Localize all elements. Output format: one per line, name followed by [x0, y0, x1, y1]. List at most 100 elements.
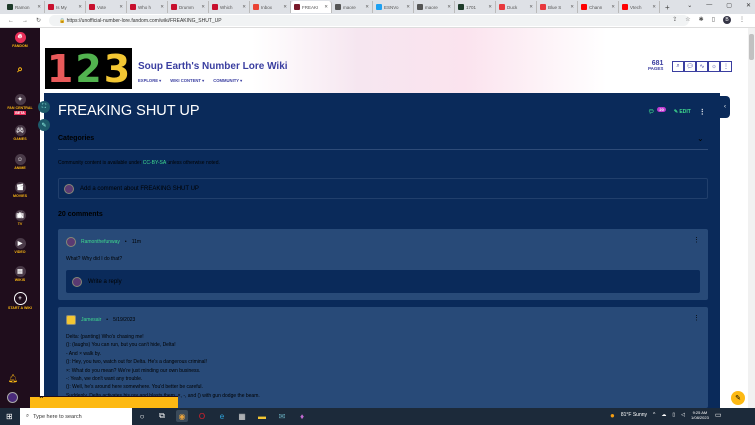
- comment-menu-icon[interactable]: ⋮: [693, 314, 700, 322]
- close-tab-icon[interactable]: ✕: [37, 4, 41, 10]
- close-tab-icon[interactable]: ✕: [611, 4, 615, 10]
- nav-community[interactable]: COMMUNITY ▾: [213, 78, 242, 83]
- edge-icon[interactable]: e: [216, 410, 228, 422]
- windows-start-icon[interactable]: ⊞: [6, 412, 13, 421]
- close-tab-icon[interactable]: ✕: [283, 4, 287, 10]
- back-icon[interactable]: ←: [8, 18, 14, 24]
- nav-wiki-content[interactable]: WIKI CONTENT ▾: [170, 78, 204, 83]
- rail-item[interactable]: 🔥︎ FANDOM: [0, 32, 40, 48]
- rail-item[interactable]: 📺︎ TV: [0, 210, 40, 226]
- rail-item[interactable]: ⌕: [0, 64, 40, 75]
- new-tab-button[interactable]: +: [665, 3, 670, 12]
- license-link[interactable]: CC-BY-SA: [143, 160, 166, 166]
- task-view-icon[interactable]: ⧉: [156, 410, 168, 422]
- store-icon[interactable]: ▦: [236, 410, 248, 422]
- sidepanel-icon[interactable]: ▯: [712, 16, 715, 24]
- more-actions-icon[interactable]: ⋮: [699, 108, 706, 116]
- user-avatar[interactable]: [7, 392, 18, 403]
- rail-item[interactable]: ▶ VIDEO: [0, 238, 40, 254]
- browser-tab[interactable]: FREAKI ✕: [291, 1, 332, 13]
- close-tab-icon[interactable]: ✕: [447, 4, 451, 10]
- comment-author[interactable]: Ramonthefunway: [81, 239, 120, 245]
- activity-icon[interactable]: ∿: [696, 61, 708, 72]
- browser-tab[interactable]: Vtech ✕: [619, 1, 660, 13]
- close-tab-icon[interactable]: ✕: [652, 4, 656, 10]
- page-scrollbar[interactable]: [748, 28, 755, 408]
- comment-author[interactable]: Jamesair: [81, 317, 101, 323]
- close-tab-icon[interactable]: ✕: [365, 4, 369, 10]
- browser-tab[interactable]: Blue S ✕: [537, 1, 578, 13]
- rail-item[interactable]: 🎬︎ MOVIES: [0, 182, 40, 198]
- close-tab-icon[interactable]: ✕: [406, 4, 410, 10]
- close-tab-icon[interactable]: ✕: [570, 4, 574, 10]
- battery-icon[interactable]: ▯: [672, 412, 675, 418]
- comment-menu-icon[interactable]: ⋮: [693, 236, 700, 244]
- browser-tab[interactable]: Which ✕: [209, 1, 250, 13]
- chevron-up-icon[interactable]: ⌃: [38, 395, 45, 404]
- opera-icon[interactable]: O: [196, 410, 208, 422]
- close-tab-icon[interactable]: ✕: [160, 4, 164, 10]
- reload-icon[interactable]: ↻: [36, 17, 41, 24]
- close-tab-icon[interactable]: ✕: [201, 4, 205, 10]
- maximize-button[interactable]: ▢: [726, 2, 732, 9]
- edit-pencil-icon[interactable]: ✎: [38, 119, 50, 131]
- menu-icon[interactable]: ⋮: [739, 16, 745, 24]
- network-icon[interactable]: ☁: [661, 412, 666, 418]
- chevron-down-icon[interactable]: ⌄: [697, 134, 704, 143]
- notifications-bell-icon[interactable]: 🔔︎: [8, 374, 18, 383]
- nav-explore[interactable]: EXPLORE ▾: [138, 78, 161, 83]
- close-tab-icon[interactable]: ✕: [324, 4, 328, 10]
- categories-heading[interactable]: Categories: [58, 135, 94, 142]
- cortana-icon[interactable]: ○: [136, 410, 148, 422]
- comments-icon[interactable]: 💬︎: [648, 109, 654, 115]
- forward-icon[interactable]: →: [22, 18, 28, 24]
- close-tab-icon[interactable]: ✕: [242, 4, 246, 10]
- share-icon[interactable]: ⇪: [672, 16, 677, 24]
- wiki-title[interactable]: Soup Earth's Number Lore Wiki: [138, 61, 288, 72]
- extensions-icon[interactable]: ✱: [699, 16, 704, 24]
- discuss-icon[interactable]: 💬︎: [684, 61, 696, 72]
- browser-tab[interactable]: Chann ✕: [578, 1, 619, 13]
- more-icon[interactable]: ⋮: [720, 61, 732, 72]
- rail-item[interactable]: 🎮︎ GAMES: [0, 125, 40, 141]
- close-tab-icon[interactable]: ✕: [488, 4, 492, 10]
- star-icon[interactable]: ☆: [685, 16, 690, 24]
- browser-tab[interactable]: Duck ✕: [496, 1, 537, 13]
- browser-tab[interactable]: maore ✕: [332, 1, 373, 13]
- collapse-sidebar-button[interactable]: ‹: [720, 96, 730, 118]
- tray-chevron-icon[interactable]: ^: [653, 412, 655, 418]
- browser-tab[interactable]: Who h ✕: [127, 1, 168, 13]
- browser-tab[interactable]: Ramon ✕: [4, 1, 45, 13]
- browser-tab[interactable]: Inbox ✕: [250, 1, 291, 13]
- clock[interactable]: 9:25 AM 1/08/2023: [691, 410, 709, 420]
- close-tab-icon[interactable]: ✕: [78, 4, 82, 10]
- minimize-button[interactable]: —: [706, 2, 712, 9]
- volume-icon[interactable]: ◁: [681, 412, 685, 418]
- close-button[interactable]: ✕: [746, 2, 751, 9]
- rail-item[interactable]: ☺ ANIME: [0, 154, 40, 170]
- chrome-icon[interactable]: ◉: [176, 410, 188, 422]
- browser-tab[interactable]: Is My ✕: [45, 1, 86, 13]
- close-tab-icon[interactable]: ✕: [119, 4, 123, 10]
- rail-item[interactable]: + START A WIKI: [0, 292, 40, 310]
- taskbar-search[interactable]: ⌕ Type here to search: [20, 408, 132, 425]
- file-explorer-icon[interactable]: ▬: [256, 410, 268, 422]
- profile-avatar[interactable]: B: [723, 16, 731, 24]
- fandom-sticky-bar[interactable]: ⌃: [30, 395, 178, 408]
- weather-text[interactable]: 81°F Sunny: [621, 412, 647, 418]
- expand-icon[interactable]: ⛶: [38, 101, 50, 113]
- close-tab-icon[interactable]: ✕: [529, 4, 533, 10]
- edit-fab-icon[interactable]: ✎: [731, 391, 745, 405]
- browser-tab[interactable]: Drumm ✕: [168, 1, 209, 13]
- reply-input[interactable]: Write a reply: [66, 270, 700, 293]
- edit-button[interactable]: ✎ EDIT: [674, 109, 691, 115]
- url-input[interactable]: 🔒 https://unofficial-number-lore.fandom.…: [49, 15, 690, 26]
- app-flame-icon[interactable]: ♦: [296, 410, 308, 422]
- rail-item[interactable]: ▤ WIKIS: [0, 266, 40, 282]
- add-comment-input[interactable]: Add a comment about FREAKING SHUT UP: [58, 178, 708, 199]
- browser-tab[interactable]: Vote ✕: [86, 1, 127, 13]
- browser-tab[interactable]: maore ✕: [414, 1, 455, 13]
- scrollbar-thumb[interactable]: [749, 34, 754, 60]
- browser-tab[interactable]: ESNVo ✕: [373, 1, 414, 13]
- wiki-logo[interactable]: 1 2 3: [45, 47, 132, 91]
